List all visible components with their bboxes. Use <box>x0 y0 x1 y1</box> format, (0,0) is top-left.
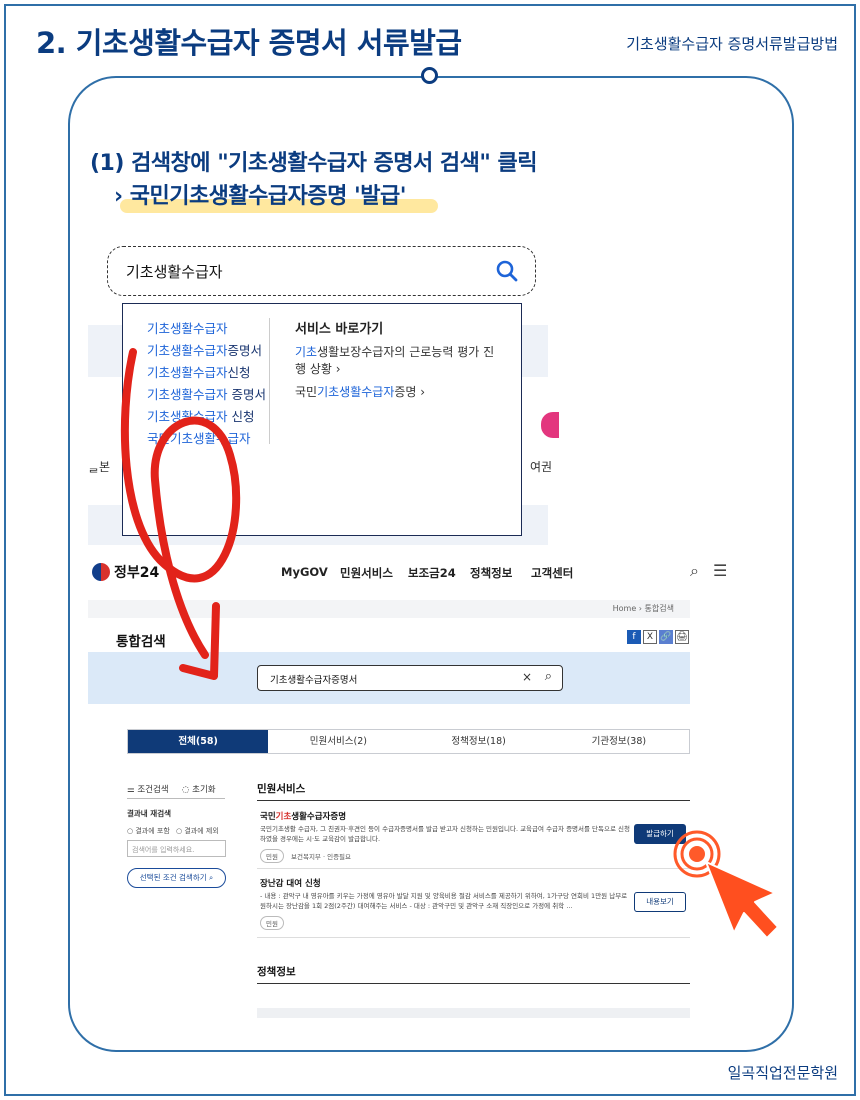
pointer-cursor-icon <box>705 861 779 939</box>
annotation-overlay <box>120 348 779 939</box>
